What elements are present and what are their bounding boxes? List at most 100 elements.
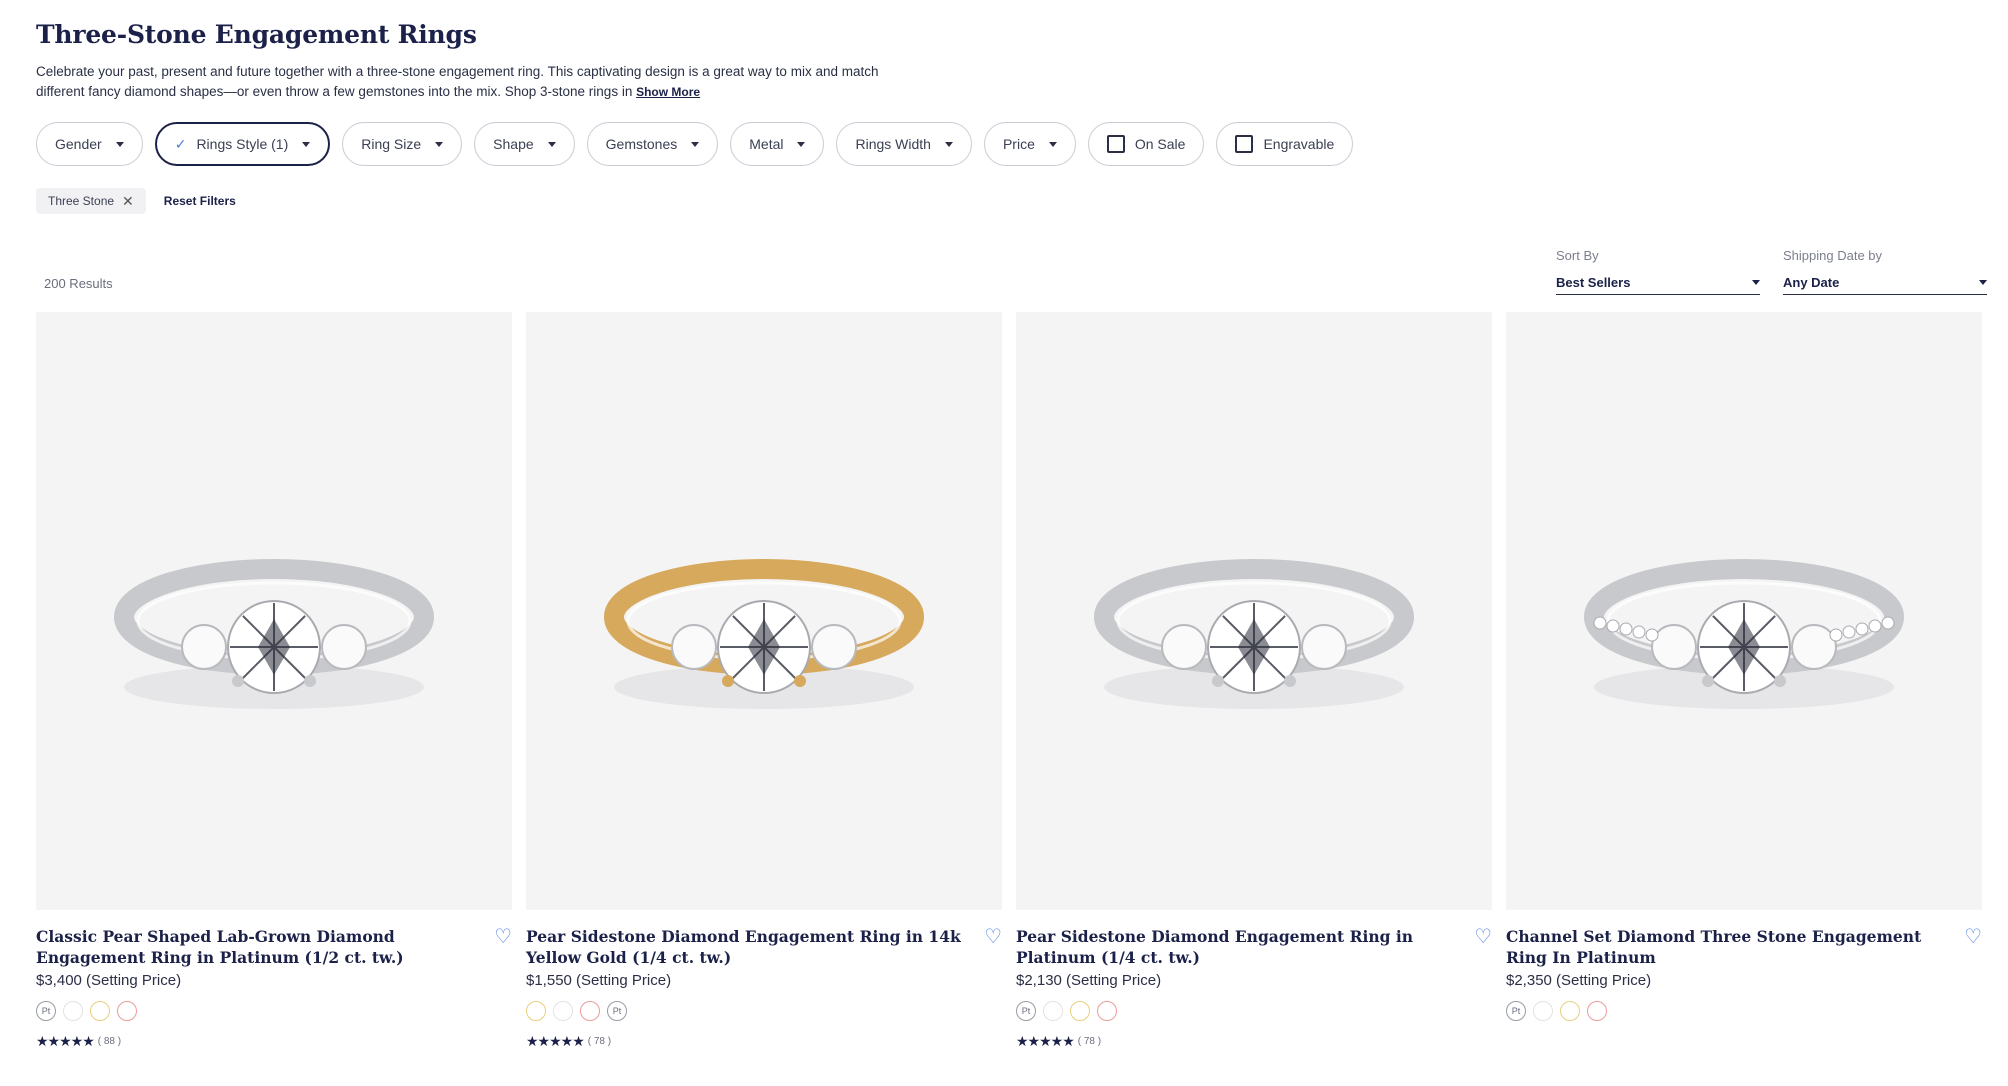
- chevron-down-icon: [435, 141, 444, 147]
- swatch-white-gold[interactable]: [553, 1001, 573, 1021]
- chevron-down-icon: [1048, 141, 1057, 147]
- product-price: $3,400 (Setting Price): [36, 972, 182, 989]
- chevron-down-icon: [547, 141, 556, 147]
- shipping-date-value: Any Date: [1783, 275, 1840, 290]
- filter-label: On Sale: [1134, 136, 1186, 152]
- ring-image: [1094, 559, 1414, 709]
- filter-on-sale[interactable]: On Sale: [1087, 122, 1205, 166]
- ring-image: [604, 559, 924, 709]
- chevron-down-icon: [691, 141, 700, 147]
- product-image[interactable]: [1016, 312, 1492, 910]
- product-card[interactable]: Pear Sidestone Diamond Engagement Ring i…: [1016, 312, 1492, 1050]
- page-title: Three-Stone Engagement Rings: [36, 20, 477, 49]
- product-price: $1,550 (Setting Price): [526, 972, 672, 989]
- filter-gender[interactable]: Gender: [36, 122, 143, 166]
- ring-image: [1584, 559, 1904, 709]
- product-image[interactable]: [1506, 312, 1982, 910]
- heart-icon[interactable]: ♡: [494, 924, 512, 968]
- chevron-down-icon: [1752, 280, 1760, 285]
- review-count: ( 88 ): [97, 1036, 122, 1047]
- filter-label: Ring Size: [361, 136, 422, 152]
- swatch-platinum[interactable]: Pt: [607, 1001, 627, 1021]
- swatch-platinum[interactable]: Pt: [1016, 1001, 1036, 1021]
- product-name[interactable]: Pear Sidestone Diamond Engagement Ring i…: [1016, 926, 1456, 968]
- swatch-yellow-gold[interactable]: [1070, 1001, 1090, 1021]
- sort-by-select[interactable]: Best Sellers: [1556, 271, 1760, 295]
- chip-label: Three Stone: [48, 194, 115, 208]
- filter-metal[interactable]: Metal: [730, 122, 825, 166]
- metal-swatches: Pt: [1016, 1001, 1492, 1021]
- product-name[interactable]: Classic Pear Shaped Lab-Grown Diamond En…: [36, 926, 476, 968]
- review-count: ( 78 ): [1077, 1036, 1102, 1047]
- metal-swatches: Pt: [36, 1001, 512, 1021]
- star-rating-icons: ★★★★★: [526, 1033, 585, 1049]
- shipping-date-dropdown[interactable]: Shipping Date by Any Date: [1783, 248, 1987, 295]
- heart-icon[interactable]: ♡: [984, 924, 1002, 968]
- close-icon[interactable]: ✕: [122, 193, 134, 210]
- page-description: Celebrate your past, present and future …: [36, 62, 916, 102]
- filter-price[interactable]: Price: [983, 122, 1076, 166]
- reset-filters-button[interactable]: Reset Filters: [164, 194, 236, 208]
- product-image[interactable]: [526, 312, 1002, 910]
- swatch-rose-gold[interactable]: [117, 1001, 137, 1021]
- product-image[interactable]: [36, 312, 512, 910]
- filter-engravable[interactable]: Engravable: [1216, 122, 1354, 166]
- product-price: $2,350 (Setting Price): [1506, 972, 1652, 989]
- star-rating-icons: ★★★★★: [1016, 1033, 1075, 1049]
- product-name[interactable]: Pear Sidestone Diamond Engagement Ring i…: [526, 926, 966, 968]
- shipping-date-select[interactable]: Any Date: [1783, 271, 1987, 295]
- filter-rings-width[interactable]: Rings Width: [836, 122, 972, 166]
- filter-label: Price: [1002, 136, 1035, 152]
- heart-icon[interactable]: ♡: [1474, 924, 1492, 968]
- chevron-down-icon: [797, 141, 806, 147]
- filter-label: Gender: [55, 136, 102, 152]
- filter-label: Metal: [749, 136, 784, 152]
- active-filters: Three Stone ✕ Reset Filters: [36, 188, 236, 214]
- chevron-down-icon: [115, 141, 124, 147]
- active-filter-chip: Three Stone ✕: [36, 188, 146, 214]
- show-more-link[interactable]: Show More: [636, 85, 700, 99]
- product-price: $2,130 (Setting Price): [1016, 972, 1162, 989]
- rating: ★★★★★( 88 ): [36, 1033, 512, 1050]
- filter-label: Rings Style (1): [196, 136, 289, 152]
- sort-by-value: Best Sellers: [1556, 275, 1631, 290]
- filter-rings-style[interactable]: ✓ Rings Style (1): [154, 122, 331, 166]
- sort-by-label: Sort By: [1556, 248, 1599, 263]
- filter-gemstones[interactable]: Gemstones: [586, 122, 719, 166]
- description-text: Celebrate your past, present and future …: [36, 64, 879, 99]
- filter-label: Shape: [493, 136, 534, 152]
- swatch-rose-gold[interactable]: [1097, 1001, 1117, 1021]
- product-name[interactable]: Channel Set Diamond Three Stone Engageme…: [1506, 926, 1946, 968]
- shipping-date-label: Shipping Date by: [1783, 248, 1883, 263]
- swatch-rose-gold[interactable]: [1587, 1001, 1607, 1021]
- checkbox-icon: [1106, 135, 1125, 153]
- filter-ring-size[interactable]: Ring Size: [342, 122, 463, 166]
- swatch-yellow-gold[interactable]: [90, 1001, 110, 1021]
- check-icon: ✓: [174, 135, 187, 152]
- product-card[interactable]: Classic Pear Shaped Lab-Grown Diamond En…: [36, 312, 512, 1050]
- filter-label: Rings Width: [855, 136, 931, 152]
- swatch-white-gold[interactable]: [1533, 1001, 1553, 1021]
- swatch-platinum[interactable]: Pt: [36, 1001, 56, 1021]
- product-card[interactable]: Channel Set Diamond Three Stone Engageme…: [1506, 312, 1982, 1021]
- sort-by-dropdown[interactable]: Sort By Best Sellers: [1556, 248, 1760, 295]
- checkbox-icon: [1235, 135, 1254, 153]
- swatch-yellow-gold[interactable]: [526, 1001, 546, 1021]
- filter-bar: Gender ✓ Rings Style (1) Ring Size Shape …: [36, 122, 1354, 166]
- heart-icon[interactable]: ♡: [1964, 924, 1982, 968]
- ring-image: [114, 559, 434, 709]
- swatch-white-gold[interactable]: [63, 1001, 83, 1021]
- rating: ★★★★★( 78 ): [526, 1033, 1002, 1050]
- rating: ★★★★★( 78 ): [1016, 1033, 1492, 1050]
- swatch-yellow-gold[interactable]: [1560, 1001, 1580, 1021]
- metal-swatches: Pt: [1506, 1001, 1982, 1021]
- product-card[interactable]: Pear Sidestone Diamond Engagement Ring i…: [526, 312, 1002, 1050]
- swatch-rose-gold[interactable]: [580, 1001, 600, 1021]
- chevron-down-icon: [1979, 280, 1987, 285]
- star-rating-icons: ★★★★★: [36, 1033, 95, 1049]
- swatch-white-gold[interactable]: [1043, 1001, 1063, 1021]
- swatch-platinum[interactable]: Pt: [1506, 1001, 1526, 1021]
- review-count: ( 78 ): [587, 1036, 612, 1047]
- chevron-down-icon: [302, 141, 311, 147]
- filter-shape[interactable]: Shape: [474, 122, 575, 166]
